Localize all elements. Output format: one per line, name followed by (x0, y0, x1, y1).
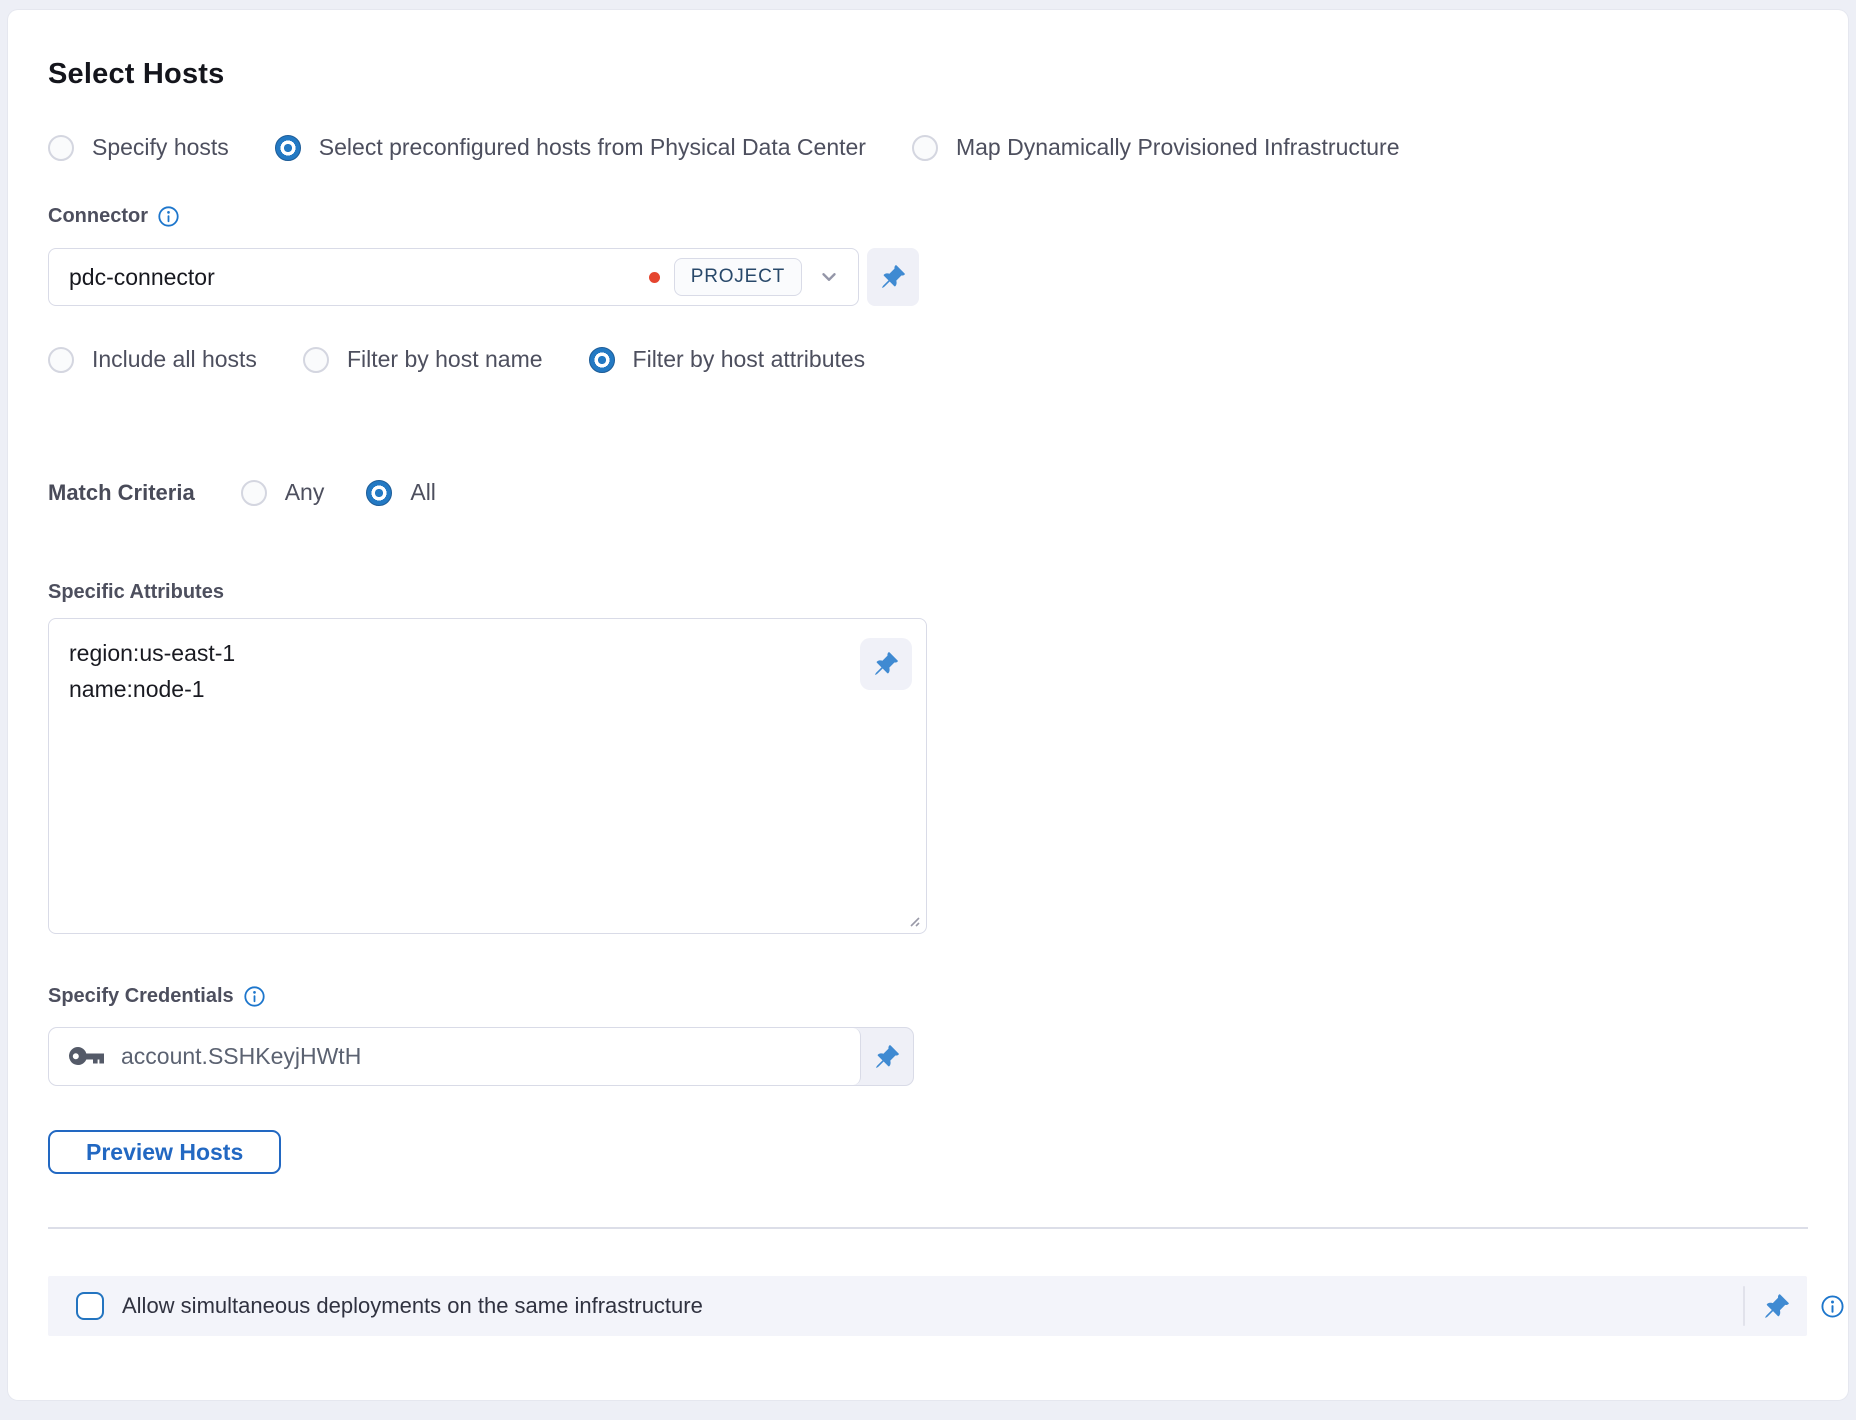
radio-icon[interactable] (48, 135, 74, 161)
radio-specify-hosts[interactable]: Specify hosts (48, 134, 229, 161)
radio-label: Select preconfigured hosts from Physical… (319, 134, 866, 161)
connector-input[interactable]: pdc-connector PROJECT (48, 248, 859, 306)
credentials-field[interactable]: account.SSHKeyjHWtH (48, 1027, 914, 1086)
info-icon[interactable] (158, 206, 179, 227)
resize-handle-icon[interactable] (906, 913, 921, 928)
match-criteria-group: Match Criteria Any All (48, 479, 1808, 506)
radio-label: Map Dynamically Provisioned Infrastructu… (956, 134, 1400, 161)
scope-badge: PROJECT (674, 258, 802, 296)
radio-icon[interactable] (303, 347, 329, 373)
host-filter-radio-group: Include all hosts Filter by host name Fi… (48, 346, 1808, 373)
info-icon (1821, 1295, 1844, 1318)
specific-attributes-label: Specific Attributes (48, 580, 224, 604)
info-icon[interactable] (244, 986, 265, 1007)
radio-filter-by-host-name[interactable]: Filter by host name (303, 346, 543, 373)
radio-filter-by-host-attributes[interactable]: Filter by host attributes (589, 346, 866, 373)
radio-preconfigured-hosts[interactable]: Select preconfigured hosts from Physical… (275, 134, 866, 161)
required-dot (649, 272, 660, 283)
credentials-label: Specify Credentials (48, 984, 234, 1008)
specific-attributes-field: region:us-east-1 name:node-1 (48, 618, 927, 934)
page-title: Select Hosts (48, 57, 1808, 91)
radio-icon[interactable] (275, 135, 301, 161)
radio-dynamic-infrastructure[interactable]: Map Dynamically Provisioned Infrastructu… (912, 134, 1400, 161)
radio-label: Any (285, 479, 325, 506)
connector-label: Connector (48, 204, 148, 228)
radio-icon[interactable] (48, 347, 74, 373)
radio-icon[interactable] (366, 480, 392, 506)
radio-include-all-hosts[interactable]: Include all hosts (48, 346, 257, 373)
footer-info-icon[interactable] (1821, 1295, 1844, 1318)
pin-icon (873, 651, 899, 677)
radio-icon[interactable] (589, 347, 615, 373)
credentials-value: account.SSHKeyjHWtH (121, 1043, 361, 1070)
footer-pin-button[interactable] (1745, 1276, 1807, 1336)
connector-value: pdc-connector (69, 264, 649, 291)
radio-icon[interactable] (912, 135, 938, 161)
connector-label-row: Connector (48, 204, 1808, 228)
simultaneous-deployments-label: Allow simultaneous deployments on the sa… (122, 1293, 703, 1319)
connector-field-group: pdc-connector PROJECT (48, 248, 1808, 306)
specific-attributes-textarea[interactable]: region:us-east-1 name:node-1 (48, 618, 927, 934)
key-icon (69, 1047, 105, 1066)
pin-icon (880, 264, 906, 290)
radio-label: All (410, 479, 436, 506)
host-source-radio-group: Specify hosts Select preconfigured hosts… (48, 134, 1808, 161)
preview-hosts-button[interactable]: Preview Hosts (48, 1130, 281, 1174)
radio-match-any[interactable]: Any (241, 479, 325, 506)
footer-row: Allow simultaneous deployments on the sa… (48, 1276, 1844, 1336)
attributes-pin-button[interactable] (860, 638, 912, 690)
radio-label: Include all hosts (92, 346, 257, 373)
radio-icon[interactable] (241, 480, 267, 506)
radio-label: Specify hosts (92, 134, 229, 161)
specific-attributes-label-row: Specific Attributes (48, 580, 1808, 604)
credentials-label-row: Specify Credentials (48, 984, 1808, 1008)
chevron-down-icon[interactable] (818, 266, 840, 288)
credentials-input[interactable]: account.SSHKeyjHWtH (49, 1028, 861, 1085)
credentials-pin-button[interactable] (861, 1028, 913, 1085)
radio-label: Filter by host name (347, 346, 543, 373)
radio-match-all[interactable]: All (366, 479, 436, 506)
pin-icon (1763, 1293, 1790, 1320)
radio-label: Filter by host attributes (633, 346, 866, 373)
simultaneous-deployments-bar: Allow simultaneous deployments on the sa… (48, 1276, 1807, 1336)
simultaneous-deployments-checkbox[interactable] (76, 1292, 104, 1320)
match-criteria-label: Match Criteria (48, 480, 195, 506)
section-divider (48, 1227, 1808, 1229)
select-hosts-panel: Select Hosts Specify hosts Select precon… (8, 10, 1848, 1400)
pin-icon (874, 1044, 900, 1070)
connector-pin-button[interactable] (867, 248, 919, 306)
